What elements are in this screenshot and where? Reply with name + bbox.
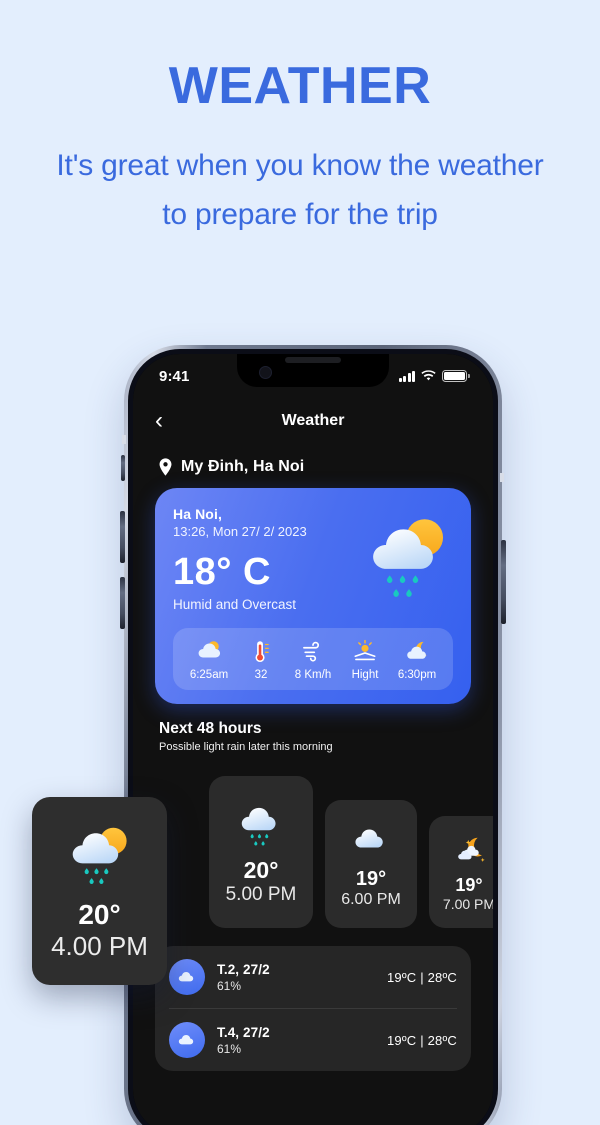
page-title: WEATHER bbox=[168, 57, 432, 115]
navigation-bar: ‹ Weather bbox=[155, 398, 471, 444]
sun-cloud-rain-icon bbox=[373, 519, 444, 597]
stat-sunset[interactable]: 6:30pm bbox=[391, 638, 443, 681]
front-camera-icon bbox=[259, 366, 272, 379]
daily-humidity: 61% bbox=[217, 1041, 242, 1056]
hourly-temp: 19° bbox=[455, 875, 483, 895]
cloud-icon bbox=[350, 819, 392, 866]
daily-humidity: 61% bbox=[217, 978, 242, 993]
daily-forecast-list[interactable]: T.2, 27/2 61% 19ºC | 28ºC T.4, 27/2 61% … bbox=[155, 946, 471, 1071]
wifi-icon bbox=[421, 370, 436, 381]
phone-screen: 9:41 ‹ Weather My Đinh, Ha Noi Ha Noi, 1… bbox=[133, 354, 493, 1125]
daily-text: T.2, 27/2 61% bbox=[217, 962, 387, 993]
section-title: Next 48 hours bbox=[159, 720, 262, 737]
weather-stats-row: 6:25am 32 8 Km/h Hight 6:30pm bbox=[173, 628, 453, 690]
status-bar-icons bbox=[398, 370, 470, 382]
daily-temp-range: 19ºC | 28ºC bbox=[387, 969, 457, 985]
hourly-time: 7.00 PM bbox=[442, 896, 493, 912]
volume-down-button[interactable] bbox=[120, 577, 125, 629]
hourly-card[interactable]: 20° 5.00 PM bbox=[209, 776, 313, 928]
hourly-temp: 20° bbox=[243, 857, 279, 883]
hourly-card[interactable]: 19° 6.00 PM bbox=[325, 800, 417, 928]
stat-uv[interactable]: Hight bbox=[339, 638, 391, 681]
daily-day: T.4, 27/2 bbox=[217, 1024, 270, 1040]
hourly-time: 5.00 PM bbox=[225, 884, 297, 905]
weather-app: 9:41 ‹ Weather My Đinh, Ha Noi Ha Noi, 1… bbox=[133, 354, 493, 1125]
table-row[interactable]: T.2, 27/2 61% 19ºC | 28ºC bbox=[169, 946, 457, 1009]
stat-value: 6:30pm bbox=[397, 669, 437, 681]
daily-temp-range: 19ºC | 28ºC bbox=[387, 1032, 457, 1048]
sunrise-cloud-icon bbox=[183, 638, 235, 664]
wind-icon bbox=[287, 638, 339, 664]
table-row[interactable]: T.4, 27/2 61% 19ºC | 28ºC bbox=[169, 1009, 457, 1071]
cloud-rain-icon bbox=[235, 798, 287, 855]
hourly-card[interactable]: 19° 7.00 PM bbox=[429, 816, 493, 928]
hourly-time: 6.00 PM bbox=[341, 891, 401, 908]
moon-cloud-icon bbox=[451, 832, 487, 873]
hourly-forecast-list[interactable]: 20° 5.00 PM 19° 6.00 PM 19° 7.00 PM bbox=[155, 761, 493, 936]
antenna-seam-right bbox=[500, 473, 504, 482]
sun-horizon-icon bbox=[339, 638, 391, 664]
next-48-hours-section: Next 48 hours Possible light rain later … bbox=[155, 704, 471, 753]
mute-switch-button[interactable] bbox=[121, 455, 125, 481]
phone-mockup: 9:41 ‹ Weather My Đinh, Ha Noi Ha Noi, 1… bbox=[120, 345, 506, 1125]
cloud-icon bbox=[169, 959, 205, 995]
volume-up-button[interactable] bbox=[120, 511, 125, 563]
cloud-icon bbox=[169, 1022, 205, 1058]
battery-full-icon bbox=[442, 370, 470, 382]
power-button[interactable] bbox=[501, 540, 506, 624]
stat-value: 32 bbox=[254, 669, 268, 681]
page-subtitle: It's great when you know the weather to … bbox=[56, 149, 544, 231]
hourly-card-featured[interactable]: 20° 4.00 PM bbox=[32, 797, 167, 985]
hourly-temp: 19° bbox=[355, 868, 387, 890]
status-bar-time: 9:41 bbox=[159, 367, 190, 385]
stat-value: 8 Km/h bbox=[294, 669, 332, 681]
stat-temperature[interactable]: 32 bbox=[235, 638, 287, 681]
phone-bezel: 9:41 ‹ Weather My Đinh, Ha Noi Ha Noi, 1… bbox=[128, 349, 498, 1125]
daily-day: T.2, 27/2 bbox=[217, 961, 270, 977]
section-subtitle: Possible light rain later this morning bbox=[159, 741, 333, 753]
hourly-time: 4.00 PM bbox=[51, 931, 148, 961]
phone-notch bbox=[237, 354, 389, 387]
stat-value: Hight bbox=[351, 669, 379, 681]
hourly-temp: 20° bbox=[78, 899, 121, 930]
signal-bars-icon bbox=[398, 370, 415, 382]
stat-wind[interactable]: 8 Km/h bbox=[287, 638, 339, 681]
antenna-seam-left bbox=[122, 435, 126, 444]
nav-title: Weather bbox=[281, 412, 345, 429]
stat-sunrise[interactable]: 6:25am bbox=[183, 638, 235, 681]
location-name: My Đinh, Ha Noi bbox=[181, 458, 305, 475]
promo-page: WEATHER It's great when you know the wea… bbox=[0, 0, 600, 1125]
sun-cloud-rain-icon bbox=[65, 820, 135, 895]
location-pin-icon bbox=[159, 458, 172, 476]
earpiece-speaker-icon bbox=[285, 357, 341, 363]
current-weather-card[interactable]: Ha Noi, 13:26, Mon 27/ 2/ 2023 18° C Hum… bbox=[155, 488, 471, 704]
daily-text: T.4, 27/2 61% bbox=[217, 1025, 387, 1056]
thermometer-icon bbox=[235, 638, 287, 664]
location-row[interactable]: My Đinh, Ha Noi bbox=[155, 444, 471, 488]
moon-cloud-icon bbox=[391, 638, 443, 664]
stat-value: 6:25am bbox=[189, 669, 229, 681]
